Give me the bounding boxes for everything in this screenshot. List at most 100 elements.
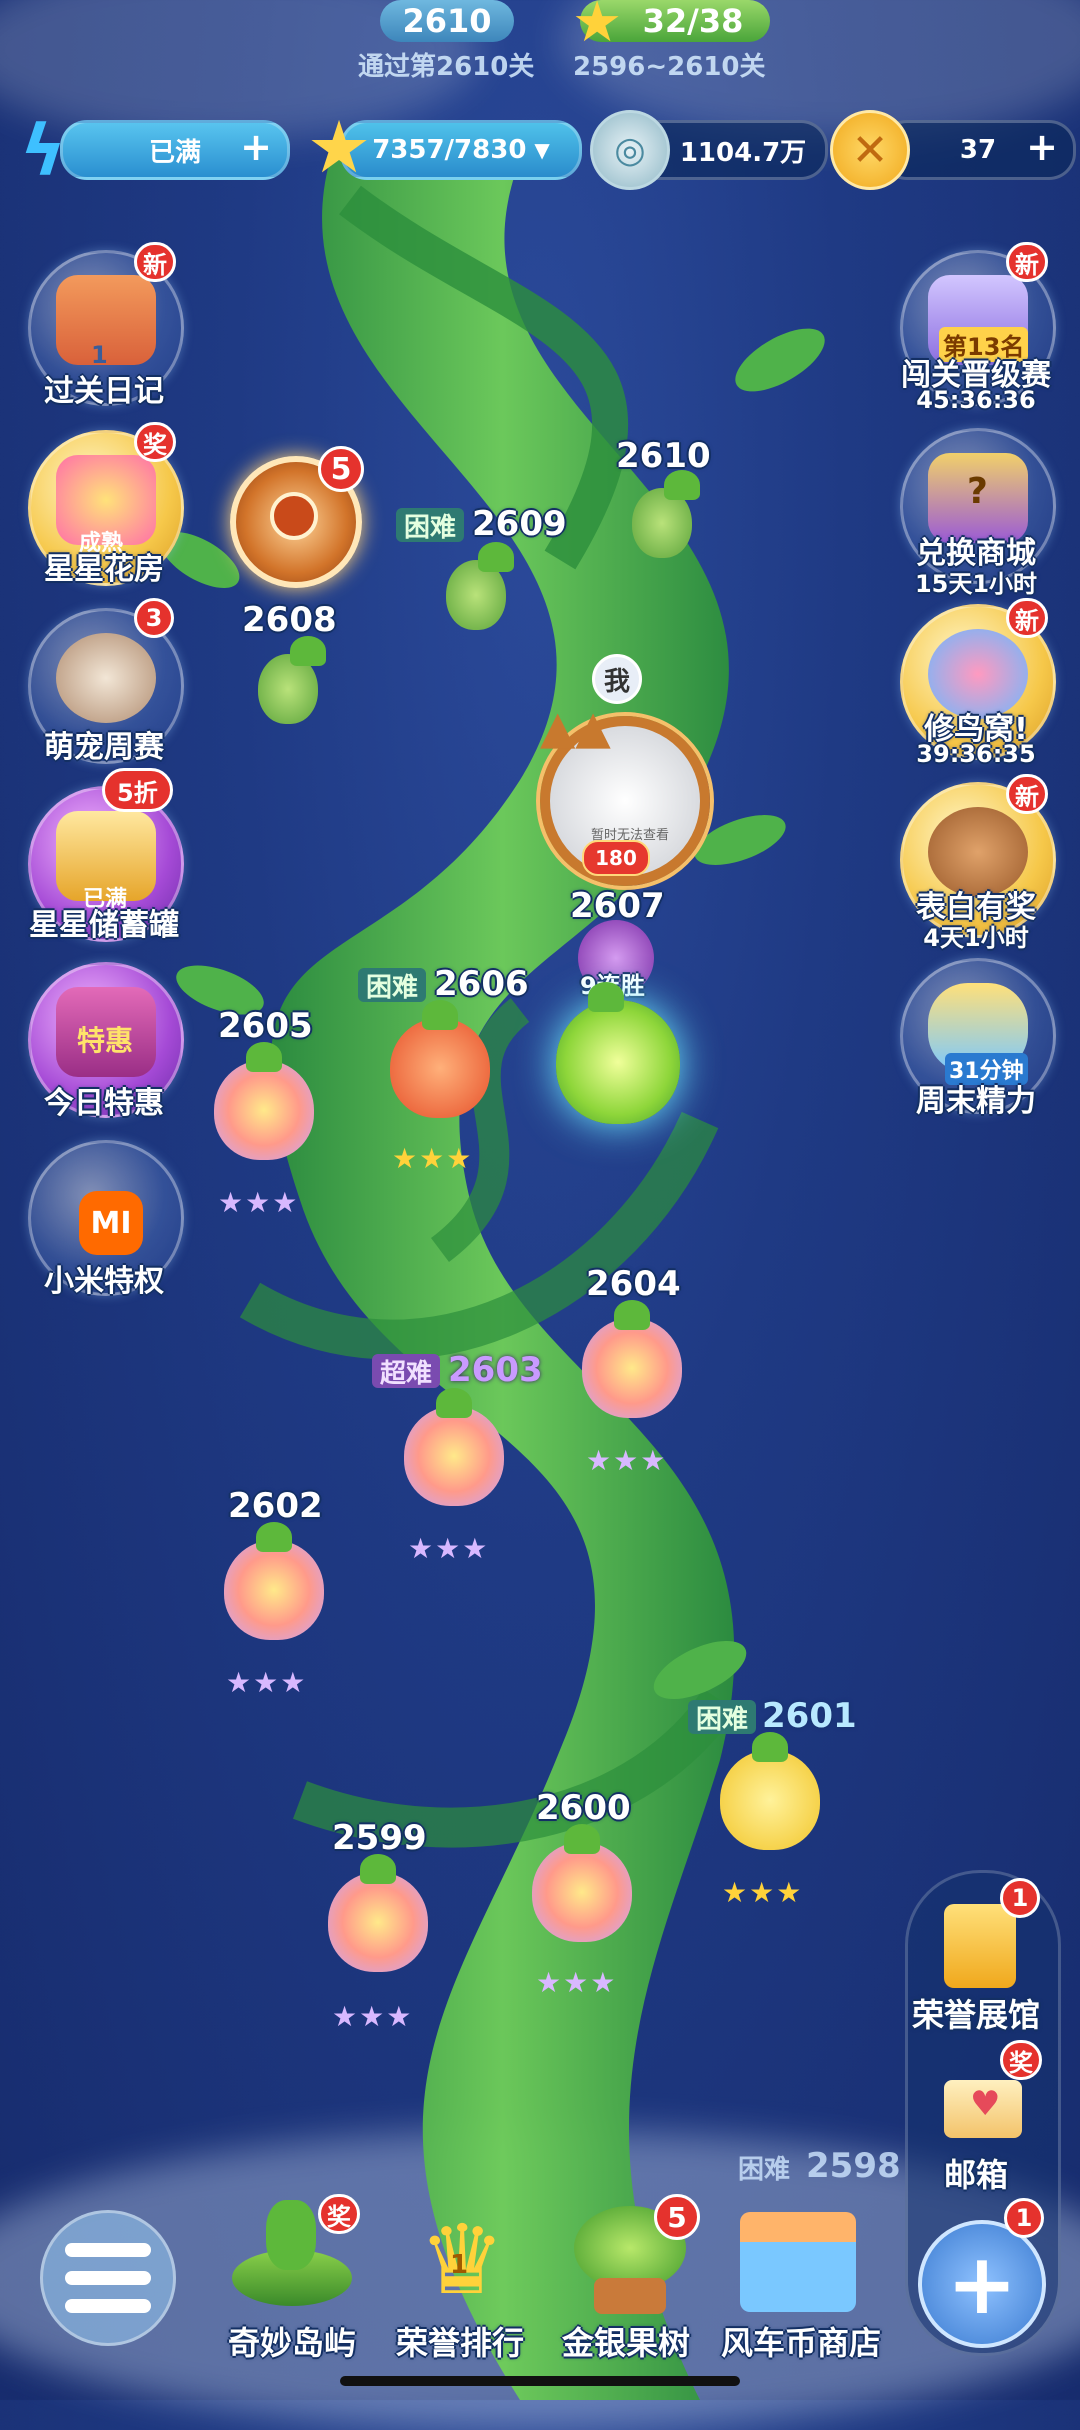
- level-diary-label: 过关日记: [44, 374, 164, 409]
- hard-tag: 困难: [688, 1700, 757, 1735]
- level-node-2602[interactable]: [224, 1522, 324, 1640]
- tokens-value: 37: [959, 135, 997, 165]
- star-points-bar[interactable]: 7357/7830 ▼: [340, 120, 582, 180]
- level-number: 2609: [472, 504, 567, 544]
- add-tokens-button[interactable]: +: [1022, 127, 1062, 167]
- level-stars: ★★★: [536, 1966, 618, 1999]
- exchange-mall-timer: 15天1小时: [914, 570, 1038, 598]
- level-stars: ★★★: [408, 1532, 490, 1565]
- badge: 新: [1006, 242, 1048, 282]
- level-stars: ★★★: [586, 1444, 668, 1477]
- star-savings-label: 星星储蓄罐: [29, 908, 179, 943]
- windmill-shop-button[interactable]: [728, 2200, 868, 2320]
- level-number: 2604: [586, 1264, 681, 1304]
- level-number: 2606: [434, 964, 529, 1004]
- xiaomi-privilege-label: 小米特权: [44, 1264, 164, 1299]
- level-stars: ★★★: [226, 1666, 308, 1699]
- badge: 新: [1006, 774, 1048, 814]
- pink-star-icon: ★: [306, 105, 372, 189]
- wonder-island-label: 奇妙岛屿: [227, 2324, 356, 2362]
- fix-nest-timer: 39:36:35: [916, 740, 1036, 768]
- wheel-badge: 5: [318, 446, 364, 492]
- level-node-2609[interactable]: [446, 542, 514, 630]
- hard-tag: 困难: [396, 508, 465, 543]
- star-points-value: 7357/7830: [372, 135, 527, 165]
- windmill-shop-label: 风车币商店: [720, 2324, 881, 2362]
- level-node-2607[interactable]: [556, 982, 680, 1124]
- honor-hall-label: 荣誉展馆: [911, 1996, 1040, 2034]
- shop-icon: [740, 2212, 856, 2312]
- stars-range-text: 2596~2610关: [573, 52, 766, 82]
- level-node-2606[interactable]: [390, 1000, 490, 1118]
- pot-icon: [594, 2278, 666, 2314]
- mailbox-label: 邮箱: [943, 2156, 1008, 2194]
- confession-reward-timer: 4天1小时: [923, 924, 1029, 952]
- deal-art-text: 特惠: [77, 1024, 134, 1057]
- crown-rank-text: 1: [450, 2250, 469, 2280]
- honor-ranking-label: 荣誉排行: [395, 2324, 524, 2362]
- level-node-2600[interactable]: [532, 1824, 632, 1942]
- avatar-level-badge: 180: [582, 840, 650, 876]
- energy-value: 已满: [148, 137, 201, 168]
- level-number: 2603: [448, 1350, 543, 1390]
- level-node-2605[interactable]: [214, 1042, 314, 1160]
- wheel-center-icon: [270, 492, 318, 540]
- heart-icon: ♥: [970, 2084, 1001, 2124]
- badge: 3: [134, 598, 174, 638]
- home-indicator[interactable]: [340, 2376, 740, 2386]
- level-number: 2600: [536, 1788, 631, 1828]
- daily-deal-label: 今日特惠: [44, 1086, 164, 1121]
- trophy-card-icon: [944, 1904, 1016, 1988]
- add-energy-button[interactable]: +: [236, 127, 276, 167]
- level-number: 2599: [332, 1818, 427, 1858]
- gift-question-text: ?: [967, 471, 988, 512]
- level-node-2608[interactable]: [258, 636, 326, 724]
- current-level-pill: 2610: [380, 0, 514, 42]
- xiaomi-logo: MI: [79, 1191, 143, 1255]
- level-number: 2601: [762, 1696, 857, 1736]
- level-node-2603[interactable]: [404, 1388, 504, 1506]
- lightning-icon: ϟ: [20, 110, 67, 192]
- level-node-2599[interactable]: [328, 1854, 428, 1972]
- badge: 5折: [102, 768, 173, 812]
- badge: 奖: [134, 422, 176, 462]
- token-icon: ✕: [830, 110, 910, 190]
- badge: 奖: [318, 2194, 360, 2234]
- badge: 奖: [1000, 2040, 1042, 2080]
- level-node-2601[interactable]: [720, 1732, 820, 1850]
- badge: 1: [1000, 1878, 1040, 1918]
- hard-tag: 困难: [738, 2154, 791, 2185]
- badge: 1: [1004, 2198, 1044, 2238]
- promotion-race-timer: 45:36:36: [916, 386, 1036, 414]
- weekend-energy-label: 周末精力: [916, 1084, 1036, 1119]
- more-button[interactable]: +: [918, 2220, 1046, 2348]
- palm-icon: [266, 2200, 316, 2270]
- me-marker: 我: [592, 654, 642, 704]
- level-node-2604[interactable]: [582, 1300, 682, 1418]
- badge: 新: [134, 242, 176, 282]
- star-greenhouse-label: 星星花房: [44, 552, 164, 587]
- diary-art-number: 1: [91, 341, 108, 369]
- level-number: 2608: [242, 600, 337, 640]
- level-number: 2605: [218, 1006, 313, 1046]
- level-number: 2602: [228, 1486, 323, 1526]
- cat-ears-icon: ▲▲: [540, 700, 611, 754]
- hard-tag: 困难: [358, 968, 427, 1003]
- super-hard-tag: 超难: [372, 1354, 441, 1389]
- gold-silver-tree-label: 金银果树: [561, 2324, 690, 2362]
- list-icon: [65, 2243, 151, 2313]
- level-stars: ★★★: [332, 2000, 414, 2033]
- dropdown-icon: ▼: [534, 138, 550, 162]
- honor-ranking-button[interactable]: ♛ 1: [392, 2200, 532, 2320]
- level-node-2610[interactable]: [632, 470, 700, 558]
- pet-weekly-label: 萌宠周赛: [44, 730, 164, 765]
- coin-icon: ◎: [590, 110, 670, 190]
- badge: 新: [1006, 598, 1048, 638]
- coins-value: 1104.7万: [679, 137, 807, 168]
- cat-art: [56, 633, 156, 723]
- level-stars: ★★★: [392, 1142, 474, 1175]
- passed-level-text: 通过第2610关: [358, 52, 535, 82]
- badge: 5: [654, 2194, 700, 2240]
- level-stars: ★★★: [722, 1876, 804, 1909]
- main-menu-button[interactable]: [40, 2210, 176, 2346]
